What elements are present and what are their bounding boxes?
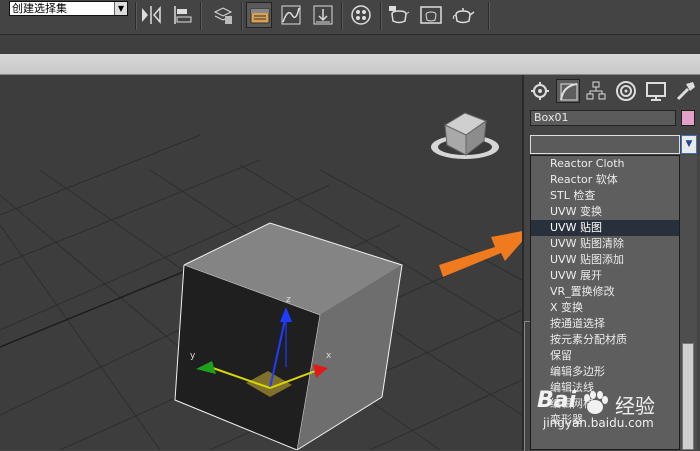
create-tab-icon[interactable] bbox=[528, 79, 552, 103]
named-selection-set-value: 创建选择集 bbox=[12, 2, 67, 15]
scene-explorer-icon[interactable] bbox=[246, 2, 272, 28]
toolbar-separator bbox=[241, 2, 243, 30]
modifier-list-item[interactable]: STL 检查 bbox=[531, 188, 679, 204]
toolbar-separator bbox=[380, 2, 382, 30]
hierarchy-tab-icon[interactable] bbox=[584, 79, 608, 103]
box01-object[interactable] bbox=[174, 222, 403, 450]
modifier-list-item[interactable]: UVW 变换 bbox=[531, 204, 679, 220]
gizmo-z-label: z bbox=[286, 295, 291, 305]
object-name-field[interactable]: Box01 bbox=[530, 110, 676, 126]
modifier-list-item[interactable]: Reactor Cloth bbox=[531, 156, 679, 172]
modifier-list-item[interactable]: UVW 贴图 bbox=[531, 220, 679, 236]
modifier-list-item[interactable]: 按元素分配材质 bbox=[531, 332, 679, 348]
gizmo-y-label: y bbox=[190, 351, 196, 361]
ribbon-bar bbox=[0, 54, 700, 75]
utilities-tab-icon[interactable] bbox=[674, 79, 698, 103]
paw-logo-icon bbox=[584, 391, 608, 414]
named-selection-set-dropdown[interactable]: 创建选择集 ▼ bbox=[9, 1, 128, 16]
render-setup-icon[interactable] bbox=[386, 2, 412, 28]
modifier-list-item[interactable]: UVW 展开 bbox=[531, 268, 679, 284]
render-teapot-icon[interactable] bbox=[450, 2, 476, 28]
modifier-list-item[interactable]: UVW 贴图清除 bbox=[531, 236, 679, 252]
modify-tab-icon[interactable] bbox=[556, 79, 580, 103]
chevron-down-icon[interactable]: ▼ bbox=[114, 2, 127, 15]
motion-tab-icon[interactable] bbox=[614, 79, 638, 103]
object-name-value: Box01 bbox=[534, 111, 569, 124]
toolbar-separator bbox=[488, 2, 490, 30]
chevron-down-icon[interactable]: ▼ bbox=[681, 135, 697, 154]
rendered-frame-icon[interactable] bbox=[418, 2, 444, 28]
align-icon[interactable] bbox=[170, 2, 196, 28]
baidu-jingyan-watermark: Bai 经验 jingyan.baidu.com bbox=[533, 388, 699, 450]
toolbar-stripe bbox=[0, 35, 700, 54]
watermark-url: jingyan.baidu.com bbox=[543, 416, 654, 430]
command-panel-tabs bbox=[528, 79, 700, 103]
schematic-view-icon[interactable] bbox=[310, 2, 336, 28]
main-toolbar: 创建选择集 ▼ bbox=[0, 0, 700, 35]
material-editor-icon[interactable] bbox=[348, 2, 374, 28]
modifier-list-combo[interactable] bbox=[530, 135, 680, 154]
mirror-icon[interactable] bbox=[138, 2, 164, 28]
toolbar-separator bbox=[341, 2, 343, 30]
display-tab-icon[interactable] bbox=[644, 79, 668, 103]
modifier-list-item[interactable]: VR_置换修改 bbox=[531, 284, 679, 300]
curve-editor-icon[interactable] bbox=[278, 2, 304, 28]
viewcube-icon[interactable] bbox=[431, 112, 499, 159]
modifier-list-item[interactable]: UVW 贴图添加 bbox=[531, 252, 679, 268]
watermark-brand: Bai bbox=[537, 388, 577, 413]
toolbar-separator bbox=[135, 2, 137, 30]
modifier-list-item[interactable]: 按通道选择 bbox=[531, 316, 679, 332]
modifier-list-item[interactable]: Reactor 软体 bbox=[531, 172, 679, 188]
rollout-edge bbox=[524, 321, 530, 451]
modifier-list-item[interactable]: 编辑多边形 bbox=[531, 364, 679, 380]
toolbar-separator bbox=[200, 2, 202, 30]
layer-manager-icon[interactable] bbox=[210, 2, 236, 28]
gizmo-x-label: x bbox=[326, 351, 332, 361]
watermark-cn: 经验 bbox=[615, 394, 655, 418]
modifier-list-item[interactable]: X 变换 bbox=[531, 300, 679, 316]
modifier-list-item[interactable]: 保留 bbox=[531, 348, 679, 364]
object-color-swatch[interactable] bbox=[681, 110, 695, 126]
